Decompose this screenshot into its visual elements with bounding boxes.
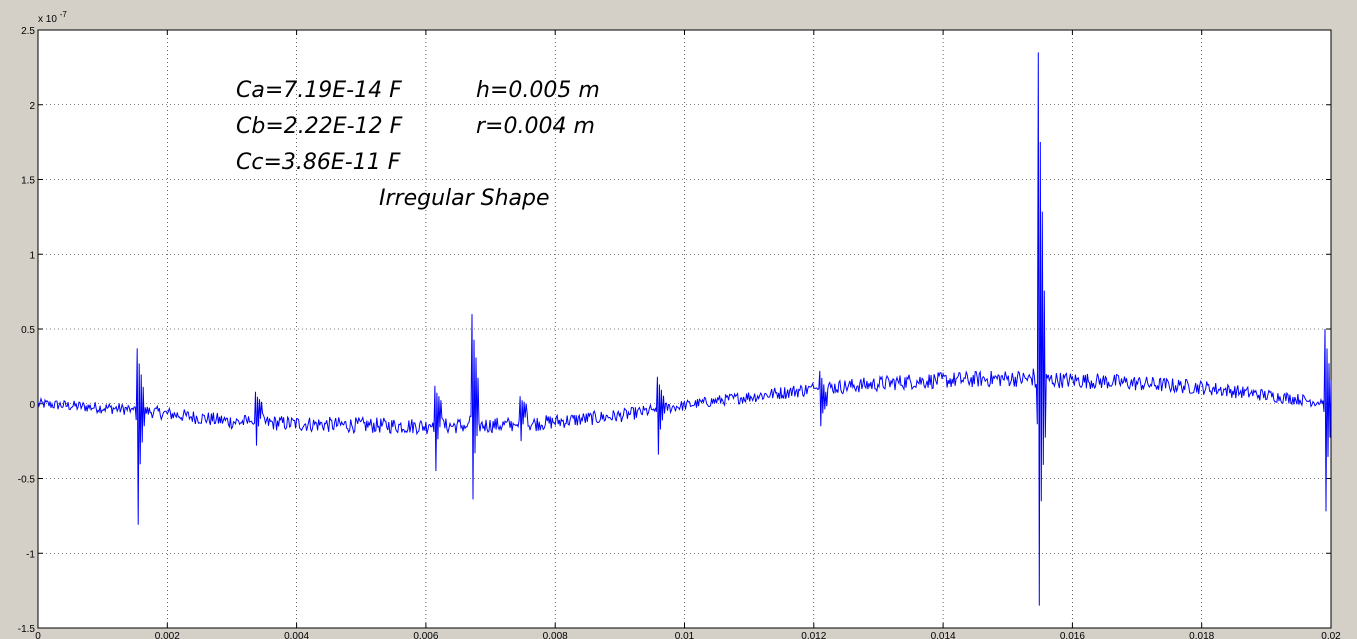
- annotation-r: r=0.004 m: [476, 114, 595, 139]
- x-tick-labels: 0 0.002 0.004 0.006 0.008 0.01 0.012 0.014 0.016…: [35, 631, 1341, 639]
- y-tick-label: 1: [29, 250, 35, 261]
- y-tick-labels: 2.5 2 1.5 1 0.5 0 -0.5 -1 -1.5: [18, 26, 36, 635]
- x-tick-label: 0.006: [413, 631, 438, 639]
- annotation-h: h=0.005 m: [476, 78, 600, 103]
- y-tick-label: -1.5: [18, 624, 36, 635]
- x-tick-label: 0.002: [155, 631, 180, 639]
- annotation-ca: Ca=7.19E-14 F: [236, 78, 402, 103]
- annotation-cc: Cc=3.86E-11 F: [236, 150, 401, 175]
- x-tick-label: 0.016: [1060, 631, 1085, 639]
- x-tick-label: 0: [35, 631, 41, 639]
- x-tick-label: 0.004: [284, 631, 309, 639]
- annotation-cb: Cb=2.22E-12 F: [236, 114, 403, 139]
- x-tick-label: 0.008: [543, 631, 568, 639]
- x-tick-label: 0.01: [675, 631, 695, 639]
- y-tick-label: 0: [29, 400, 35, 411]
- y-tick-label: -0.5: [18, 475, 36, 486]
- y-tick-label: 2.5: [21, 26, 35, 37]
- line-chart: 0 0.002 0.004 0.006 0.008 0.01 0.012 0.014 0.016…: [18, 10, 1341, 639]
- x-tick-label: 0.014: [931, 631, 956, 639]
- x-tick-label: 0.018: [1189, 631, 1214, 639]
- y-tick-label: 1.5: [21, 176, 35, 187]
- y-exponent-label: x 10 -7: [38, 10, 67, 25]
- y-tick-label: 2: [29, 101, 35, 112]
- x-tick-label: 0.012: [801, 631, 826, 639]
- x-tick-label: 0.02: [1321, 631, 1341, 639]
- y-tick-label: 0.5: [21, 325, 35, 336]
- y-tick-label: -1: [26, 549, 35, 560]
- annotation-shape: Irregular Shape: [379, 186, 550, 211]
